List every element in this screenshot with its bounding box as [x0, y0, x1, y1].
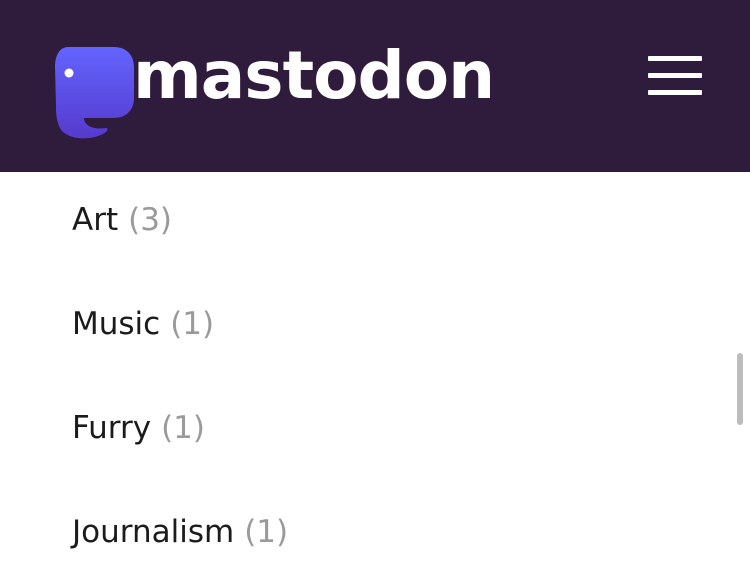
mastodon-logo[interactable]: mastodon	[48, 43, 495, 140]
category-name: Music	[72, 306, 161, 342]
category-count: (1)	[244, 514, 289, 550]
category-count: (1)	[161, 410, 205, 446]
hamburger-menu-icon-bar	[648, 73, 702, 78]
mastodon-wordmark: mastodon	[133, 37, 495, 114]
hamburger-menu-button[interactable]	[648, 56, 702, 96]
category-list: Art (3) Music (1) Furry (1) Journalism (…	[0, 172, 750, 583]
site-header: mastodon	[0, 0, 750, 172]
category-name: Art	[72, 202, 119, 238]
category-item-furry[interactable]: Furry (1)	[72, 410, 205, 454]
hamburger-menu-icon-bar	[648, 90, 702, 95]
category-count: (1)	[170, 306, 215, 342]
category-name: Furry	[72, 410, 152, 446]
category-item-art[interactable]: Art (3)	[72, 202, 172, 246]
hamburger-menu-icon	[648, 56, 702, 61]
category-item-journalism[interactable]: Journalism (1)	[72, 514, 288, 558]
category-name: Journalism	[72, 514, 235, 550]
category-count: (3)	[128, 202, 173, 238]
scrollbar-thumb[interactable]	[737, 353, 743, 425]
category-item-music[interactable]: Music (1)	[72, 306, 214, 350]
mastodon-logo-icon	[55, 47, 134, 139]
